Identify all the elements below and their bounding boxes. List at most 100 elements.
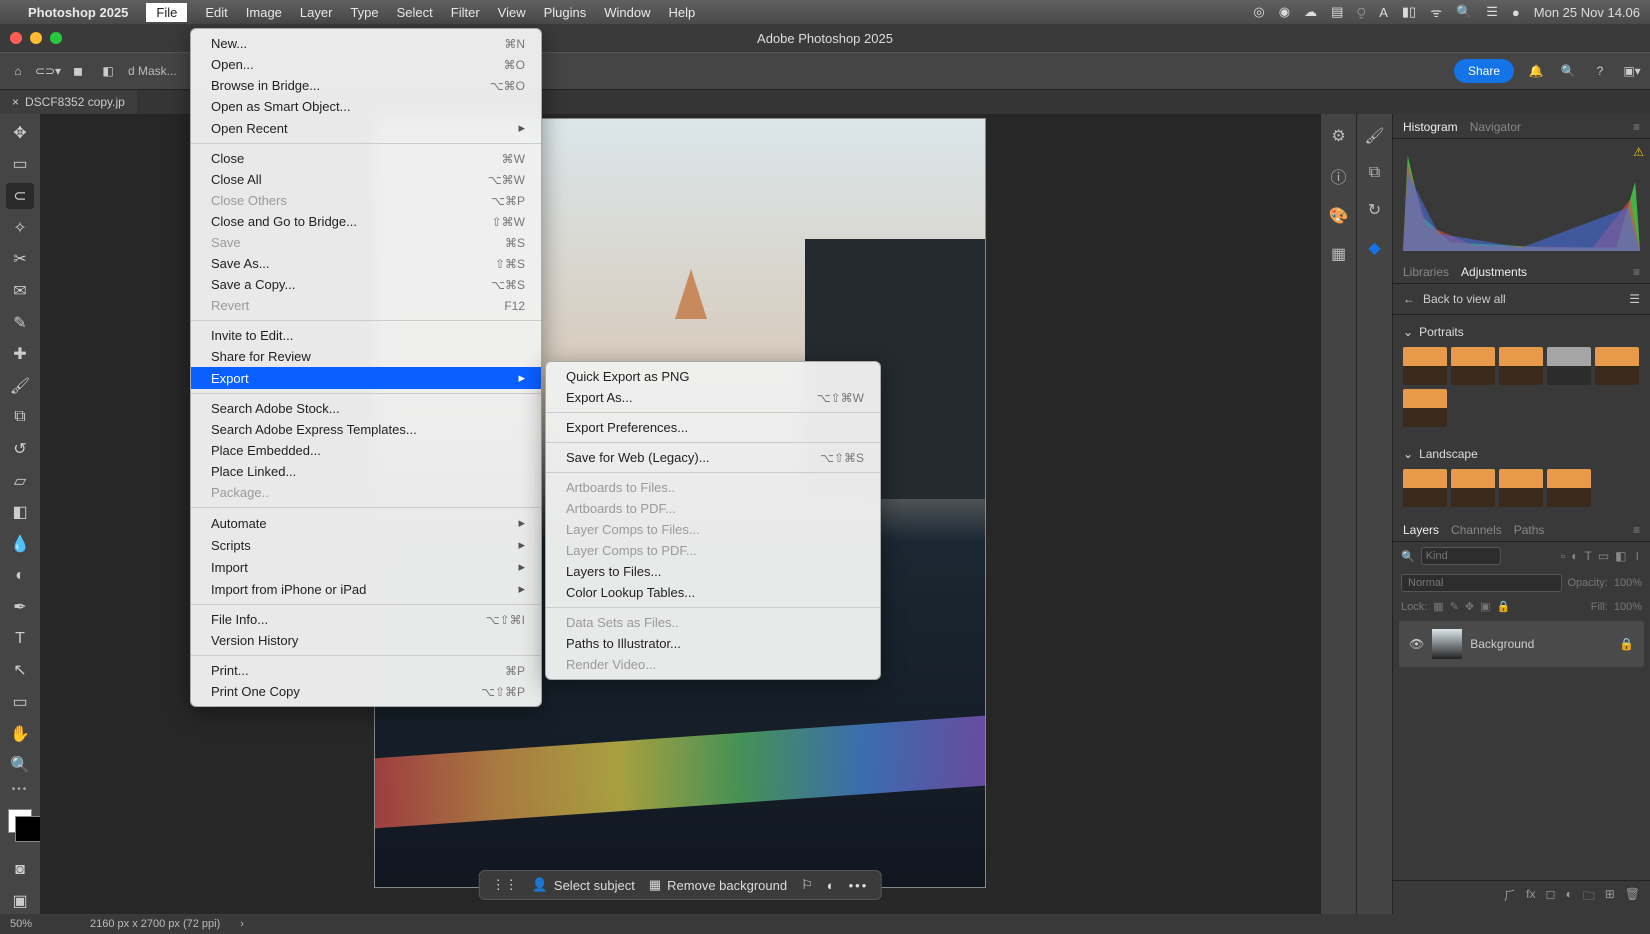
file-menu-item[interactable]: New...⌘N	[191, 33, 541, 54]
lock-artboard-icon[interactable]: ▣	[1480, 600, 1490, 613]
file-menu-item[interactable]: Close⌘W	[191, 148, 541, 169]
lock-position-icon[interactable]: ✥	[1465, 600, 1474, 613]
export-menu-item[interactable]: Layers to Files...	[546, 561, 880, 582]
share-button[interactable]: Share	[1454, 59, 1514, 83]
mode-new-icon[interactable]: ◼	[68, 61, 88, 81]
file-menu-item[interactable]: Save As...⇧⌘S	[191, 253, 541, 274]
file-menu-item[interactable]: Invite to Edit...	[191, 325, 541, 346]
siri-icon[interactable]: ●	[1512, 5, 1520, 20]
ctx-transform-icon[interactable]: ⚐	[801, 877, 813, 893]
lock-pixels-icon[interactable]: ▦	[1433, 600, 1443, 613]
bell-icon[interactable]: 🔔	[1526, 61, 1546, 81]
edit-toolbar-button[interactable]: •••	[12, 784, 29, 795]
shape-tool[interactable]: ▭	[6, 689, 34, 715]
wand-tool[interactable]: ✧	[6, 215, 34, 241]
gradient-tool[interactable]: ◧	[6, 500, 34, 526]
quick-mask-icon[interactable]: ◙	[6, 857, 34, 883]
clone-panel-icon[interactable]: ⧉	[1369, 164, 1380, 182]
panel-flyout-icon[interactable]: ≡	[1633, 120, 1640, 134]
heal-tool[interactable]: ✚	[6, 341, 34, 367]
export-menu-item[interactable]: Export Preferences...	[546, 417, 880, 438]
preset-thumb[interactable]	[1403, 347, 1447, 385]
panel-flyout-icon[interactable]: ≡	[1633, 523, 1640, 537]
lasso-tool[interactable]: ⊂	[6, 183, 34, 209]
eyedropper-tool[interactable]: ✎	[6, 310, 34, 336]
file-menu-item[interactable]: Place Embedded...	[191, 440, 541, 461]
preset-thumb[interactable]	[1547, 469, 1591, 507]
file-menu-item[interactable]: File Info...⌥⇧⌘I	[191, 609, 541, 630]
a-icon[interactable]: A	[1379, 5, 1388, 20]
tab-channels[interactable]: Channels	[1451, 523, 1502, 537]
menubar-item-file[interactable]: File	[146, 3, 187, 22]
menubar-item-window[interactable]: Window	[604, 5, 650, 20]
status-arrow-icon[interactable]: ›	[240, 918, 244, 930]
new-layer-icon[interactable]: ⊞	[1605, 887, 1615, 908]
stamp-tool[interactable]: ⧉	[6, 405, 34, 431]
help-icon[interactable]: ?	[1590, 61, 1610, 81]
filter-smart-icon[interactable]: ◧	[1615, 549, 1626, 564]
preset-thumb[interactable]	[1451, 347, 1495, 385]
hand-tool[interactable]: ✋	[6, 721, 34, 747]
preset-thumb[interactable]	[1403, 389, 1447, 427]
file-menu-item[interactable]: Print...⌘P	[191, 660, 541, 681]
battery-icon[interactable]: ▮▯	[1402, 4, 1416, 20]
home-icon[interactable]: ⌂	[8, 61, 28, 81]
type-tool[interactable]: T	[6, 626, 34, 652]
export-menu-item[interactable]: Color Lookup Tables...	[546, 582, 880, 603]
preset-thumb[interactable]	[1499, 347, 1543, 385]
menubar-item-view[interactable]: View	[498, 5, 526, 20]
file-menu-item[interactable]: Open as Smart Object...	[191, 96, 541, 117]
ctx-more-icon[interactable]: •••	[849, 878, 869, 893]
spotlight-icon[interactable]: 🔍	[1456, 4, 1472, 20]
status-icon-2[interactable]: ☁	[1304, 4, 1317, 20]
panel-flyout-icon[interactable]: ≡	[1633, 265, 1640, 279]
export-menu-item[interactable]: Quick Export as PNG	[546, 366, 880, 387]
status-icon-3[interactable]: ▤	[1331, 4, 1343, 20]
info-icon[interactable]: ⓘ	[1330, 164, 1346, 188]
filter-shape-icon[interactable]: ▭	[1598, 549, 1609, 564]
export-menu-item[interactable]: Paths to Illustrator...	[546, 633, 880, 654]
layer-thumbnail[interactable]	[1432, 629, 1462, 659]
histogram-warning-icon[interactable]: ⚠	[1633, 145, 1644, 159]
fill-value[interactable]: 100%	[1614, 601, 1642, 613]
tab-paths[interactable]: Paths	[1514, 523, 1545, 537]
ctx-adjust-icon[interactable]: ◐	[827, 878, 835, 893]
file-menu-item[interactable]: Export▸	[191, 367, 541, 389]
list-view-icon[interactable]: ☰	[1629, 292, 1640, 306]
foreground-background-color[interactable]	[8, 809, 32, 833]
blur-tool[interactable]: 💧	[6, 531, 34, 557]
export-menu-item[interactable]: Save for Web (Legacy)...⌥⇧⌘S	[546, 447, 880, 468]
move-tool[interactable]: ✥	[6, 120, 34, 146]
brush-tool[interactable]: 🖌	[6, 373, 34, 399]
menubar-item-filter[interactable]: Filter	[451, 5, 480, 20]
file-menu-item[interactable]: Open Recent▸	[191, 117, 541, 139]
layer-kind-filter[interactable]	[1421, 547, 1501, 565]
file-menu-item[interactable]: Version History	[191, 630, 541, 651]
visibility-eye-icon[interactable]: 👁	[1409, 637, 1424, 651]
file-menu-item[interactable]: Share for Review	[191, 346, 541, 367]
select-subject-button[interactable]: 👤 Select subject	[532, 877, 635, 893]
menubar-item-edit[interactable]: Edit	[205, 5, 227, 20]
menubar-item-image[interactable]: Image	[246, 5, 282, 20]
brush-panel-icon[interactable]: 🖌	[1364, 126, 1384, 146]
lasso-icon[interactable]: ⊂⊃▾	[38, 61, 58, 81]
history-panel-icon[interactable]: ↻	[1368, 200, 1381, 220]
file-menu-item[interactable]: Import▸	[191, 556, 541, 578]
tab-adjustments[interactable]: Adjustments	[1461, 265, 1527, 279]
filter-pixel-icon[interactable]: ▫	[1561, 549, 1565, 564]
group-icon[interactable]: 🗀	[1583, 887, 1595, 908]
fx-icon[interactable]: fx	[1526, 887, 1535, 908]
trash-icon[interactable]: 🗑	[1625, 887, 1640, 908]
ctx-grip-icon[interactable]: ⋮⋮	[492, 877, 518, 893]
mask-icon[interactable]: ◻	[1545, 887, 1555, 908]
preset-header-portraits[interactable]: ⌄Portraits	[1393, 321, 1650, 343]
menubar-item-help[interactable]: Help	[669, 5, 696, 20]
zoom-tool[interactable]: 🔍	[6, 753, 34, 779]
filter-toggle-icon[interactable]: ⏽	[1633, 549, 1643, 564]
history-brush-tool[interactable]: ↺	[6, 436, 34, 462]
filter-type-icon[interactable]: T	[1584, 549, 1591, 564]
user-icon[interactable]: ⍜	[1357, 4, 1365, 20]
color-icon[interactable]: 🎨	[1329, 206, 1349, 226]
plugin-panel-icon[interactable]: ◆	[1368, 238, 1380, 258]
export-menu-item[interactable]: Export As...⌥⇧⌘W	[546, 387, 880, 408]
